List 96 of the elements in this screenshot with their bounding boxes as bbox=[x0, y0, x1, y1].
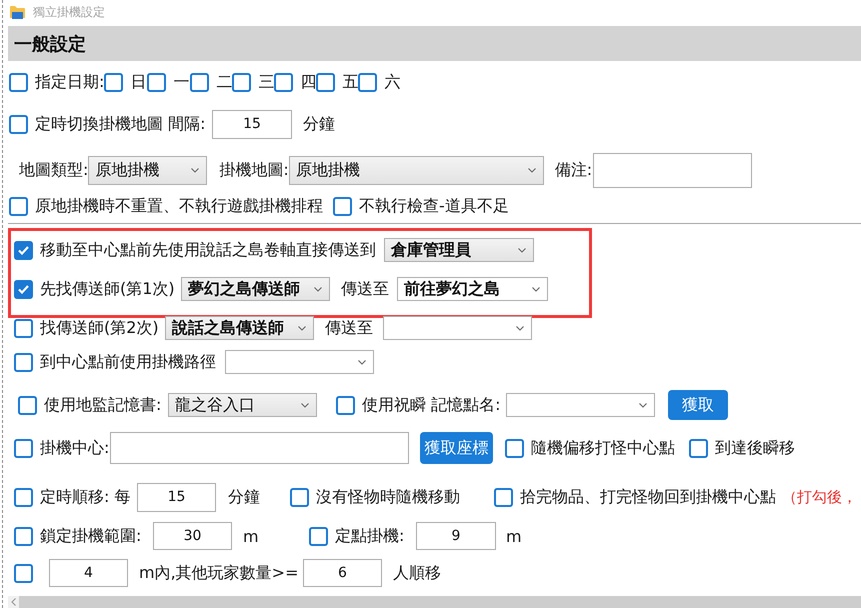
text-field[interactable]: 6 bbox=[303, 559, 382, 587]
checkbox-label[interactable]: 定點掛機: bbox=[335, 526, 404, 546]
text-field[interactable]: 4 bbox=[49, 559, 128, 587]
checkbox-label[interactable]: 使用祝瞬 記憶點名: bbox=[362, 394, 500, 416]
field-label: m內,其他玩家數量>= bbox=[139, 562, 298, 584]
dropdown[interactable]: 原地掛機 bbox=[88, 156, 208, 184]
field-label: 傳送至 bbox=[341, 278, 389, 300]
checkbox-label[interactable]: 使用地監記憶書: bbox=[44, 394, 162, 416]
field-label: 備注: bbox=[554, 160, 592, 180]
checkbox-label[interactable]: 定時切換掛機地圖 間隔: bbox=[35, 114, 206, 134]
checkbox-label[interactable]: 到中心點前使用掛機路徑 bbox=[40, 352, 216, 372]
checkbox-label[interactable]: 到達後瞬移 bbox=[715, 438, 795, 458]
hint-text: （打勾後， bbox=[782, 488, 857, 506]
checkbox[interactable] bbox=[9, 114, 28, 134]
dropdown[interactable]: 前往夢幻之島 bbox=[397, 277, 548, 301]
chevron-down-icon bbox=[191, 168, 200, 172]
checkbox[interactable] bbox=[14, 526, 33, 546]
checkbox[interactable] bbox=[14, 318, 33, 338]
field-label: 分鐘 bbox=[228, 486, 260, 508]
checkbox-label[interactable]: 沒有怪物時隨機移動 bbox=[316, 486, 460, 508]
checkbox[interactable] bbox=[14, 564, 33, 582]
dropdown[interactable]: 龍之谷入口 bbox=[168, 393, 317, 417]
text-field[interactable]: 9 bbox=[416, 522, 496, 550]
chevron-down-icon bbox=[358, 360, 366, 364]
action-button[interactable]: 獲取 bbox=[668, 390, 728, 420]
field-label: 人順移 bbox=[393, 562, 441, 584]
checkbox[interactable] bbox=[232, 72, 252, 92]
checkmark-icon bbox=[18, 284, 29, 294]
checkbox-label[interactable]: 移動至中心點前先使用說話之島卷軸直接傳送到 bbox=[40, 240, 376, 260]
checkbox[interactable] bbox=[505, 438, 524, 458]
field-label: m bbox=[506, 526, 522, 546]
dropdown[interactable]: 夢幻之島傳送師 bbox=[181, 277, 330, 301]
checkbox[interactable] bbox=[14, 240, 33, 260]
checkbox[interactable] bbox=[14, 438, 33, 458]
field-label: m bbox=[243, 526, 259, 546]
chevron-down-icon bbox=[518, 248, 526, 252]
checkbox-label[interactable]: 三 bbox=[258, 72, 274, 92]
checkbox[interactable] bbox=[18, 396, 37, 414]
checkbox-label[interactable]: 五 bbox=[342, 72, 358, 92]
checkbox-label[interactable]: 拾完物品、打完怪物回到掛機中心點 bbox=[520, 486, 776, 508]
checkbox[interactable] bbox=[290, 488, 309, 506]
checkbox[interactable] bbox=[309, 526, 328, 546]
field-label: 地圖類型: bbox=[19, 160, 88, 180]
checkbox-label[interactable]: 找傳送師(第2次) bbox=[40, 318, 159, 338]
text-field[interactable]: 15 bbox=[137, 482, 216, 512]
checkbox-label[interactable]: 日 bbox=[130, 72, 146, 92]
field-label: 分鐘 bbox=[303, 114, 335, 134]
checkbox-label[interactable]: 原地掛機時不重置、不執行遊戲掛機排程 bbox=[35, 196, 323, 216]
text-field[interactable]: 30 bbox=[153, 522, 232, 550]
checkbox[interactable] bbox=[147, 72, 166, 92]
checkbox[interactable] bbox=[14, 488, 33, 506]
checkbox-label[interactable]: 四 bbox=[300, 72, 316, 92]
checkbox[interactable] bbox=[689, 438, 708, 458]
checkbox-label[interactable]: 定時順移: 每 bbox=[40, 486, 130, 508]
field-label: 掛機地圖: bbox=[219, 160, 289, 180]
checkbox[interactable] bbox=[358, 72, 378, 92]
checkbox[interactable] bbox=[104, 72, 124, 92]
checkbox[interactable] bbox=[274, 72, 294, 92]
checkbox-label[interactable]: 先找傳送師(第1次) bbox=[40, 278, 175, 300]
text-field[interactable] bbox=[592, 152, 752, 188]
dropdown[interactable]: 倉庫管理員 bbox=[384, 238, 534, 262]
checkbox[interactable] bbox=[316, 72, 336, 92]
chevron-down-icon bbox=[314, 286, 322, 292]
checkmark-icon bbox=[18, 246, 29, 254]
checkbox[interactable] bbox=[9, 72, 28, 92]
checkbox[interactable] bbox=[494, 488, 513, 506]
field-label: 傳送至 bbox=[325, 318, 373, 338]
dropdown[interactable]: 原地掛機 bbox=[288, 156, 544, 184]
chevron-down-icon bbox=[301, 402, 309, 408]
checkbox-label[interactable]: 一 bbox=[173, 72, 190, 92]
checkbox[interactable] bbox=[14, 352, 33, 372]
checkbox-label[interactable]: 掛機中心: bbox=[40, 438, 110, 458]
checkbox-label[interactable]: 二 bbox=[216, 72, 232, 92]
chevron-down-icon bbox=[528, 168, 536, 172]
checkbox-label[interactable]: 不執行檢查-道具不足 bbox=[359, 196, 509, 216]
text-field[interactable] bbox=[110, 432, 409, 464]
checkbox[interactable] bbox=[14, 280, 33, 298]
window-title: 獨立掛機設定 bbox=[33, 4, 105, 20]
checkbox-label[interactable]: 指定日期: bbox=[35, 72, 104, 92]
checkbox-label[interactable]: 鎖定掛機範圍: bbox=[40, 526, 142, 546]
checkbox-label[interactable]: 隨機偏移打怪中心點 bbox=[531, 438, 675, 458]
chevron-down-icon bbox=[532, 286, 540, 292]
checkbox[interactable] bbox=[9, 196, 28, 216]
chevron-down-icon bbox=[516, 326, 524, 330]
scroll-left-icon[interactable] bbox=[11, 598, 16, 606]
text-field[interactable]: 15 bbox=[212, 110, 292, 138]
checkbox[interactable] bbox=[190, 72, 210, 92]
section-title: 一般設定 bbox=[14, 32, 86, 56]
chevron-down-icon bbox=[639, 402, 647, 408]
checkbox[interactable] bbox=[336, 396, 355, 414]
checkbox-label[interactable]: 六 bbox=[384, 72, 400, 92]
checkbox[interactable] bbox=[333, 196, 352, 216]
action-button[interactable]: 獲取座標 bbox=[420, 432, 493, 464]
chevron-down-icon bbox=[298, 326, 306, 330]
folder-icon bbox=[10, 6, 25, 18]
dropdown[interactable]: 說話之島傳送師 bbox=[165, 316, 314, 340]
